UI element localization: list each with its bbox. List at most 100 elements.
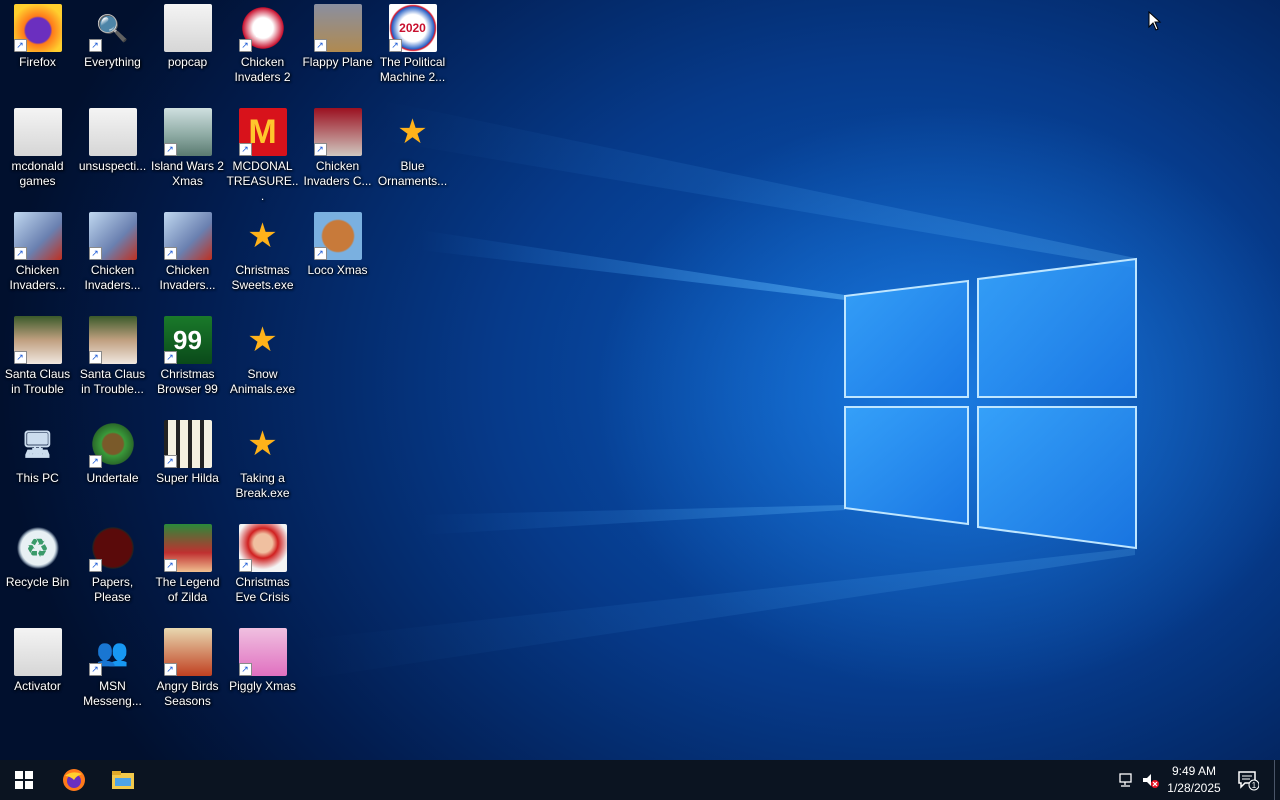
shortcut-arrow-icon: ↗ xyxy=(163,143,177,156)
shortcut-arrow-icon: ↗ xyxy=(163,351,177,364)
start-button[interactable] xyxy=(0,760,48,800)
desktop-icon-label: Super Hilda xyxy=(156,471,219,485)
desktop-icon-label: Snow Animals.exe xyxy=(229,367,296,396)
desktop-icon-firefox[interactable]: ↗ Firefox xyxy=(0,0,75,100)
desktop-icon-loco-xmas[interactable]: ↗ Loco Xmas xyxy=(300,208,375,308)
chicken-invaders-icon: ↗ xyxy=(13,212,62,260)
computer-icon: 🖥 xyxy=(20,428,54,459)
desktop-icon-label: Angry Birds Seasons xyxy=(156,679,219,708)
shortcut-arrow-icon: ↗ xyxy=(313,39,327,52)
desktop-icon-christmas-sweets-exe[interactable]: ★ Christmas Sweets.exe xyxy=(225,208,300,308)
desktop-icon-chicken-invaders-2[interactable]: 2 ↗ Chicken Invaders 2 xyxy=(225,0,300,100)
chicken-invaders-2-icon: 2 ↗ xyxy=(238,4,287,52)
desktop-icon-label: Undertale xyxy=(86,471,139,485)
desktop-icon-flappy-plane[interactable]: ↗ Flappy Plane xyxy=(300,0,375,100)
desktop-icon-label: The Political Machine 2... xyxy=(379,55,446,84)
desktop-icon-santa-claus-in-trouble[interactable]: ↗ Santa Claus in Trouble xyxy=(0,312,75,412)
desktop-icon-label: Papers, Please xyxy=(91,575,134,604)
desktop-icon-popcap[interactable]: popcap xyxy=(150,0,225,100)
desktop-icon-papers-please[interactable]: ↗ Papers, Please xyxy=(75,520,150,620)
santa-claus-icon: ↗ xyxy=(13,316,62,364)
shortcut-arrow-icon: ↗ xyxy=(313,247,327,260)
exe-sweets-icon: ★ xyxy=(397,112,428,151)
exe-sweets-icon: ★ xyxy=(247,424,278,463)
undertale-icon: ↗ xyxy=(88,420,137,468)
desktop-icon-the-legend-of-zilda[interactable]: ↗ The Legend of Zilda xyxy=(150,520,225,620)
desktop-icon-label: unsuspecti... xyxy=(78,159,147,173)
shortcut-arrow-icon: ↗ xyxy=(163,455,177,468)
desktop-icon-label: Taking a Break.exe xyxy=(235,471,290,500)
desktop-icon-everything[interactable]: 🔍 ↗ Everything xyxy=(75,0,150,100)
desktop-icon-this-pc[interactable]: 🖥 This PC xyxy=(0,416,75,516)
desktop-icon-label: Chicken Invaders... xyxy=(159,263,216,292)
mouse-cursor xyxy=(1148,11,1162,31)
desktop-icon-chicken-invaders[interactable]: ↗ Chicken Invaders... xyxy=(75,208,150,308)
desktop-icon-mcdonald-games[interactable]: mcdonald games xyxy=(0,104,75,204)
desktop-icon-label: MCDONAL TREASURE... xyxy=(226,159,299,203)
desktop-wallpaper[interactable]: ↗ Firefox 🔍 ↗ Everything popcap 2 ↗ Chicken Inva… xyxy=(0,0,1280,760)
desktop-icon-label: Chicken Invaders 2 xyxy=(234,55,291,84)
desktop-icon-christmas-browser-99[interactable]: 99 ↗ Christmas Browser 99 xyxy=(150,312,225,412)
desktop-icon-chicken-invaders[interactable]: ↗ Chicken Invaders... xyxy=(0,208,75,308)
desktop-icon-label: Flappy Plane xyxy=(302,55,373,69)
desktop-icon-taking-a-break-exe[interactable]: ★ Taking a Break.exe xyxy=(225,416,300,516)
desktop-icon-chicken-invaders-c[interactable]: ↗ Chicken Invaders C... xyxy=(300,104,375,204)
notification-count: 1 xyxy=(1252,781,1257,790)
show-desktop-divider[interactable] xyxy=(1274,760,1275,800)
shortcut-arrow-icon: ↗ xyxy=(238,559,252,572)
desktop-icon-unsuspecti[interactable]: unsuspecti... xyxy=(75,104,150,204)
desktop-icon-label: Island Wars 2 Xmas xyxy=(151,159,224,188)
shortcut-arrow-icon: ↗ xyxy=(13,351,27,364)
action-center-button[interactable]: 1 xyxy=(1230,760,1266,800)
folder-icon xyxy=(13,108,62,156)
papers-please-icon: ↗ xyxy=(88,524,137,572)
desktop-icon-label: Blue Ornaments... xyxy=(377,159,448,188)
desktop-icon-label: This PC xyxy=(16,471,59,485)
desktop-icon-label: Chicken Invaders... xyxy=(84,263,141,292)
desktop-icon-piggly-xmas[interactable]: ↗ Piggly Xmas xyxy=(225,624,300,724)
angry-birds-seasons-icon: ↗ xyxy=(163,628,212,676)
desktop-icon-the-political-machine-2[interactable]: 2020 ↗ The Political Machine 2... xyxy=(375,0,450,100)
exe-sweets-icon: ★ xyxy=(247,216,278,255)
chicken-invaders-christmas-icon: ↗ xyxy=(313,108,362,156)
desktop-icon-island-wars-2-xmas[interactable]: ↗ Island Wars 2 Xmas xyxy=(150,104,225,204)
desktop-icon-recycle-bin[interactable]: ♻ Recycle Bin xyxy=(0,520,75,620)
desktop-icon-super-hilda[interactable]: ↗ Super Hilda xyxy=(150,416,225,516)
taskbar-file-explorer-button[interactable] xyxy=(99,760,147,800)
desktop-icon-mcdonal-treasure[interactable]: M ↗ MCDONAL TREASURE... xyxy=(225,104,300,204)
piggly-xmas-icon: ↗ xyxy=(238,628,287,676)
desktop-icon-snow-animals-exe[interactable]: ★ Snow Animals.exe xyxy=(225,312,300,412)
desktop-icon-label: Piggly Xmas xyxy=(229,679,296,693)
santa-claus-icon: ↗ xyxy=(88,316,137,364)
legend-of-zilda-icon: ↗ xyxy=(163,524,212,572)
folder-icon xyxy=(163,4,212,52)
network-icon[interactable] xyxy=(1118,771,1136,789)
taskbar-firefox-button[interactable] xyxy=(50,760,98,800)
file-explorer-icon xyxy=(112,771,134,789)
shortcut-arrow-icon: ↗ xyxy=(88,39,102,52)
shortcut-arrow-icon: ↗ xyxy=(238,143,252,156)
firefox-icon: ↗ xyxy=(13,4,62,52)
desktop-icon-msn-messeng[interactable]: 👥 ↗ MSN Messeng... xyxy=(75,624,150,724)
clock[interactable]: 9:49 AM 1/28/2025 xyxy=(1160,763,1228,797)
desktop-icon-angry-birds-seasons[interactable]: ↗ Angry Birds Seasons xyxy=(150,624,225,724)
desktop-icon-chicken-invaders[interactable]: ↗ Chicken Invaders... xyxy=(150,208,225,308)
shortcut-arrow-icon: ↗ xyxy=(388,39,402,52)
christmas-tree-99-icon: 99 ↗ xyxy=(163,316,212,364)
desktop-icon-blue-ornaments[interactable]: ★ Blue Ornaments... xyxy=(375,104,450,204)
shortcut-arrow-icon: ↗ xyxy=(163,663,177,676)
political-machine-2020-icon: 2020 ↗ xyxy=(388,4,437,52)
shortcut-arrow-icon: ↗ xyxy=(13,39,27,52)
notification-icon: 1 xyxy=(1238,771,1259,791)
desktop-icon-label: The Legend of Zilda xyxy=(155,575,220,604)
desktop-icon-label: Santa Claus in Trouble xyxy=(4,367,71,396)
desktop-icon-undertale[interactable]: ↗ Undertale xyxy=(75,416,150,516)
desktop-icon-santa-claus-in-trouble[interactable]: ↗ Santa Claus in Trouble... xyxy=(75,312,150,412)
desktop-icon-christmas-eve-crisis[interactable]: ↗ Christmas Eve Crisis xyxy=(225,520,300,620)
super-hilda-icon: ↗ xyxy=(163,420,212,468)
shortcut-arrow-icon: ↗ xyxy=(88,663,102,676)
volume-muted-icon[interactable] xyxy=(1141,771,1159,789)
desktop-icon-label: Activator xyxy=(14,679,61,693)
desktop-icon-label: Christmas Eve Crisis xyxy=(235,575,290,604)
desktop-icon-activator[interactable]: Activator xyxy=(0,624,75,724)
